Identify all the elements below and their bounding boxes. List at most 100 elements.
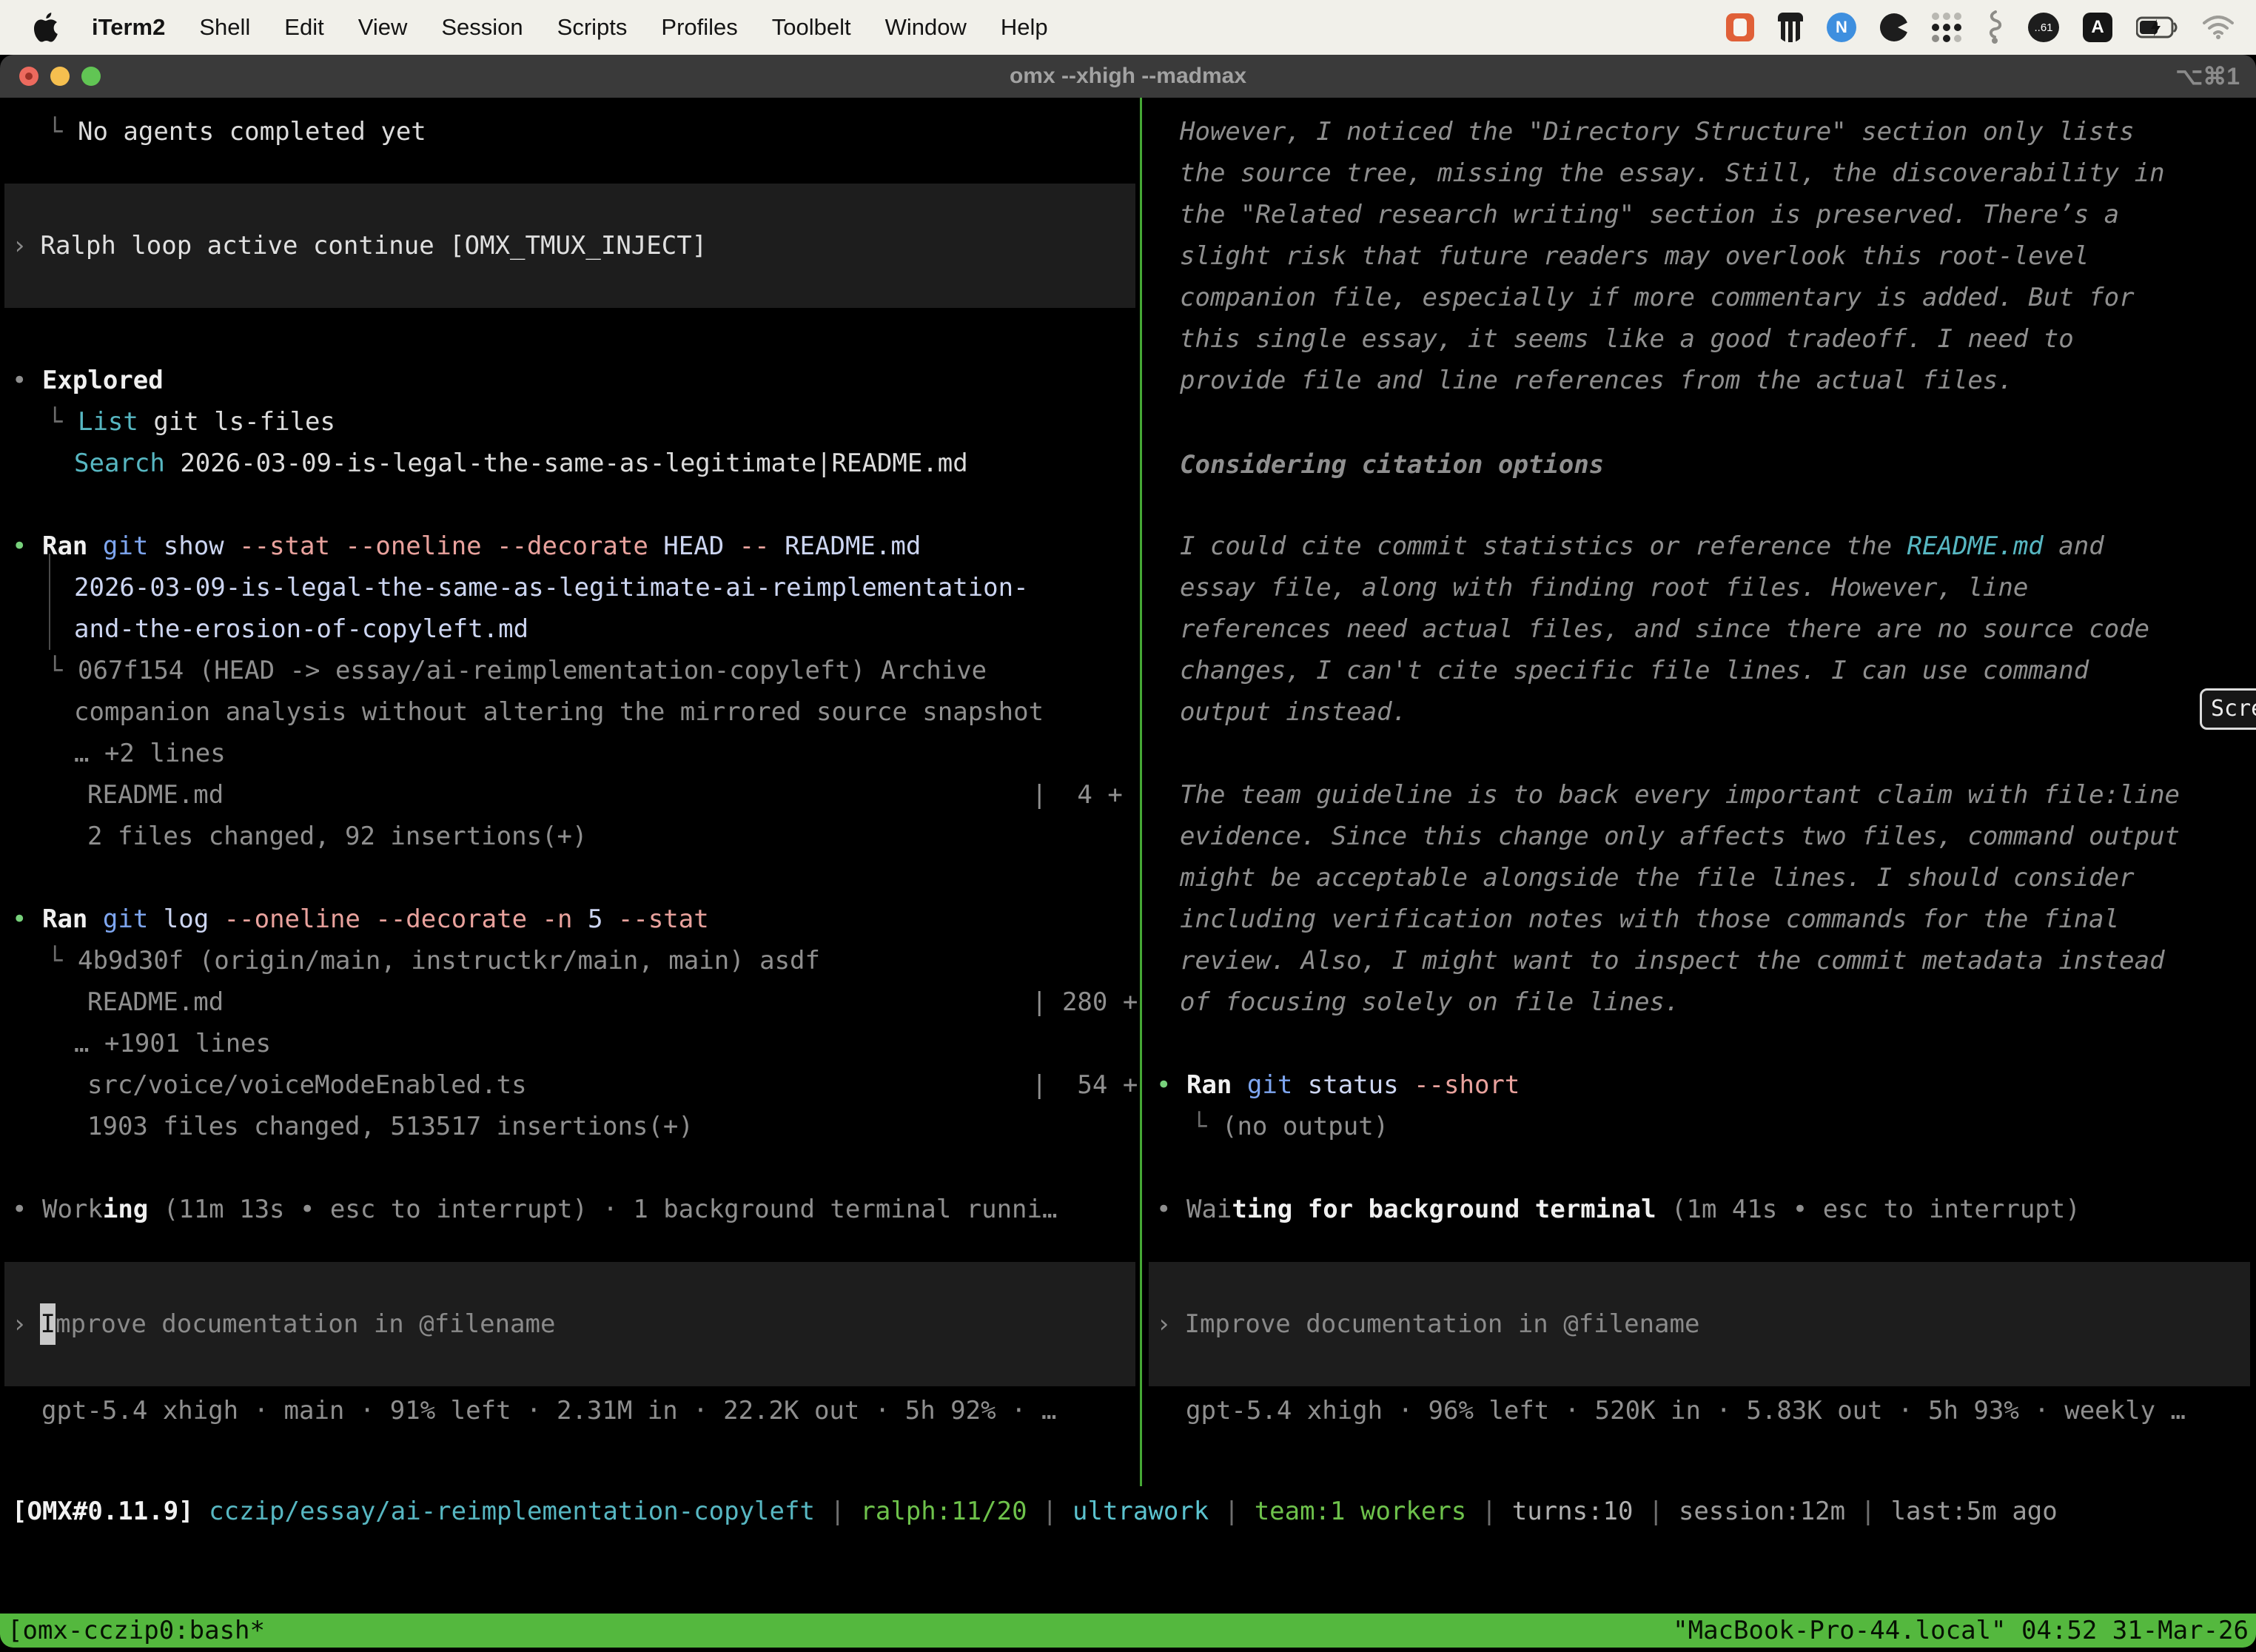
no-output-text: (no output): [1222, 1112, 1389, 1141]
separator: |: [1042, 1497, 1057, 1526]
screen-overlay-text: Scre: [2211, 688, 2256, 730]
diffstat-row: README.md | 280 +: [87, 981, 1140, 1023]
screen-overlay-tooltip: Scre: [2200, 688, 2256, 730]
command-continuation-row: and-the-erosion-of-copyleft.md: [74, 608, 528, 650]
search-command: 2026-03-09-is-legal-the-same-as-legitima…: [180, 449, 967, 478]
menu-bar-status-icons: N ..61 A: [1726, 10, 2256, 44]
working-status-row: • Working (11m 13s • esc to interrupt) ·…: [12, 1189, 1057, 1230]
agent-input-right[interactable]: › Improve documentation in @filename: [1149, 1262, 2250, 1386]
agent-input-left[interactable]: › I mprove documentation in @filename: [4, 1262, 1135, 1386]
menu-item-session[interactable]: Session: [441, 14, 523, 41]
minimize-button[interactable]: [50, 67, 70, 86]
squiggle-menu-icon[interactable]: [1985, 10, 2004, 44]
corner-glyph: └: [1192, 1112, 1206, 1141]
right-agent-pane[interactable]: However, I noticed the "Directory Struct…: [1144, 98, 2256, 1652]
battery-icon[interactable]: [2136, 16, 2179, 38]
diffstat-summary-row: 1903 files changed, 513517 insertions(+): [87, 1106, 694, 1147]
diffstat-count: | 280 +: [1032, 981, 1138, 1023]
git-status-output-row: └ (no output): [1192, 1106, 1389, 1147]
session-status-line: gpt-5.4 xhigh · main · 91% left · 2.31M …: [41, 1390, 1056, 1431]
working-label-dim: Work: [42, 1195, 103, 1224]
close-button[interactable]: [19, 67, 38, 86]
bullet-glyph: •: [12, 904, 27, 934]
separator: |: [1482, 1497, 1497, 1526]
waiting-detail: (1m 41s • esc to interrupt): [1656, 1195, 2081, 1224]
reasoning-line: of focusing solely on file lines.: [1180, 981, 1680, 1023]
wifi-icon[interactable]: [2203, 16, 2234, 39]
diffstat-row: src/voice/voiceModeEnabled.ts| 54 +: [87, 1064, 1140, 1106]
input-source-icon[interactable]: A: [2083, 13, 2112, 42]
list-label: List: [78, 407, 138, 437]
menu-item-profiles[interactable]: Profiles: [661, 14, 737, 41]
bullet-glyph: •: [1156, 1070, 1171, 1100]
git-log-output-row: └ 4b9d30f (origin/main, instructkr/main,…: [47, 940, 820, 981]
bullet-glyph: •: [12, 366, 27, 395]
menu-item-view[interactable]: View: [358, 14, 408, 41]
corner-glyph: └: [47, 117, 62, 147]
diffstat-file: README.md: [87, 780, 224, 810]
omx-team: team:1 workers: [1255, 1497, 1467, 1526]
window-title-bar[interactable]: omx --xhigh --madmax ⌥⌘1: [0, 55, 2256, 98]
agents-note-text: No agents completed yet: [78, 117, 426, 147]
diffstat-count: | 54 +: [1032, 1064, 1138, 1106]
macos-menu-bar: iTerm2 Shell Edit View Session Scripts P…: [0, 0, 2256, 55]
explored-list-row: └ List git ls-files: [47, 401, 335, 443]
apple-menu-icon[interactable]: [34, 13, 59, 42]
omx-turns: turns:10: [1512, 1497, 1634, 1526]
omx-last-activity: last:5m ago: [1891, 1497, 2058, 1526]
reasoning-line: However, I noticed the "Directory Struct…: [1180, 111, 2135, 152]
arg-token: README.md: [770, 531, 921, 561]
bullet-glyph: •: [1156, 1195, 1171, 1224]
ellipsis-glyph: …: [74, 739, 89, 768]
shield-menu-icon[interactable]: [1778, 13, 1803, 42]
diffstat-file: README.md: [87, 987, 224, 1017]
separator: |: [830, 1497, 845, 1526]
git-show-output-row: └ 067f154 (HEAD -> essay/ai-reimplementa…: [47, 650, 987, 691]
battery-percent-icon[interactable]: ..61: [2028, 13, 2059, 42]
output-text: 067f154 (HEAD -> essay/ai-reimplementati…: [78, 656, 987, 685]
menu-item-app[interactable]: iTerm2: [92, 14, 165, 41]
inject-message-box[interactable]: › Ralph loop active continue [OMX_TMUX_I…: [4, 184, 1135, 308]
more-lines-text: +2 lines: [89, 739, 225, 768]
menu-item-toolbelt[interactable]: Toolbelt: [772, 14, 851, 41]
menu-item-help[interactable]: Help: [1001, 14, 1048, 41]
tmux-status-bar: [omx-cczip0:bash* "MacBook-Pro-44.local"…: [0, 1614, 2256, 1648]
git-token: git: [1247, 1070, 1292, 1100]
zoom-button[interactable]: [81, 67, 101, 86]
tmux-window-label[interactable]: [omx-cczip0:bash*: [7, 1610, 265, 1651]
flags-token: --stat: [618, 904, 709, 934]
menu-item-window[interactable]: Window: [885, 14, 967, 41]
left-agent-pane[interactable]: └ No agents completed yet › Ralph loop a…: [0, 98, 1140, 1652]
chat-app-icon[interactable]: [1726, 13, 1754, 41]
reasoning-line: including verification notes with those …: [1180, 899, 2119, 940]
reasoning-heading: Considering citation options: [1180, 444, 1604, 486]
omx-session-time: session:12m: [1679, 1497, 1845, 1526]
readme-link[interactable]: README.md: [1907, 531, 2044, 561]
explored-row: • Explored: [12, 360, 164, 401]
search-label: Search: [74, 449, 165, 478]
command-continuation-row: 2026-03-09-is-legal-the-same-as-legitima…: [74, 567, 1029, 608]
input-prompt-glyph: ›: [1156, 1303, 1171, 1345]
list-command: git ls-files: [153, 407, 335, 437]
pie-menu-icon[interactable]: [1880, 13, 1908, 41]
git-token: git: [103, 904, 148, 934]
git-show-output-row: companion analysis without altering the …: [74, 691, 1044, 733]
subcommand-token: log: [148, 904, 224, 934]
menu-item-scripts[interactable]: Scripts: [557, 14, 628, 41]
dots-grid-menu-icon[interactable]: [1932, 13, 1961, 42]
working-label: ing: [103, 1195, 148, 1224]
window-title: omx --xhigh --madmax: [1010, 64, 1246, 89]
badge-menu-icon[interactable]: N: [1827, 13, 1856, 42]
menu-item-edit[interactable]: Edit: [284, 14, 323, 41]
working-detail: (11m 13s • esc to interrupt) · 1 backgro…: [148, 1195, 1057, 1224]
reasoning-line: the source tree, missing the essay. Stil…: [1180, 152, 2165, 194]
pane-divider[interactable]: [1140, 98, 1142, 1486]
explored-search-row: Search 2026-03-09-is-legal-the-same-as-l…: [74, 443, 968, 484]
menu-item-shell[interactable]: Shell: [199, 14, 250, 41]
reasoning-line: this single essay, it seems like a good …: [1180, 318, 2074, 360]
tree-connector-line: [49, 554, 50, 650]
dashdash-token: --: [739, 531, 770, 561]
output-text: 4b9d30f (origin/main, instructkr/main, m…: [78, 946, 820, 976]
arg-token: HEAD: [648, 531, 739, 561]
reasoning-line: slight risk that future readers may over…: [1180, 235, 2089, 277]
